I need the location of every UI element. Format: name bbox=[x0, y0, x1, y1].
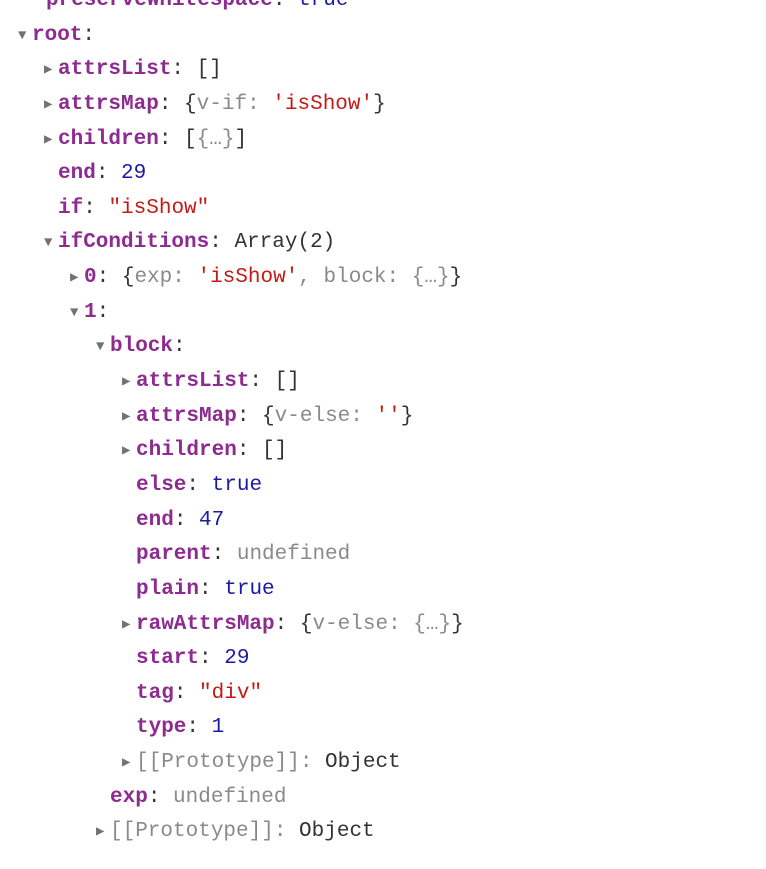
block-attrsmap-row[interactable]: attrsMap: {v-else: ''} bbox=[0, 400, 766, 435]
root-row[interactable]: root: bbox=[0, 19, 766, 54]
block-row[interactable]: block: bbox=[0, 330, 766, 365]
block-start-row[interactable]: start: 29 bbox=[0, 642, 766, 677]
block-children-row[interactable]: children: [] bbox=[0, 434, 766, 469]
ifconditions-1-row[interactable]: 1: bbox=[0, 296, 766, 331]
end-row[interactable]: end: 29 bbox=[0, 157, 766, 192]
prop-val: true bbox=[298, 0, 348, 19]
prop-val: [] bbox=[197, 53, 222, 88]
chevron-right-icon[interactable] bbox=[96, 821, 110, 844]
chevron-down-icon[interactable] bbox=[70, 302, 84, 325]
item1-exp-row[interactable]: exp: undefined bbox=[0, 781, 766, 816]
chevron-down-icon[interactable] bbox=[96, 336, 110, 359]
if-row[interactable]: if: "isShow" bbox=[0, 192, 766, 227]
chevron-right-icon[interactable] bbox=[44, 129, 58, 152]
chevron-right-icon[interactable] bbox=[44, 59, 58, 82]
item1-proto-row[interactable]: [[Prototype]]: Object bbox=[0, 815, 766, 850]
attrslist-row[interactable]: attrsList: [] bbox=[0, 53, 766, 88]
chevron-down-icon[interactable] bbox=[18, 25, 32, 48]
chevron-right-icon[interactable] bbox=[122, 371, 136, 394]
chevron-right-icon[interactable] bbox=[44, 94, 58, 117]
partial-line: preserveWhitespace: true bbox=[0, 0, 766, 19]
attrsmap-row[interactable]: attrsMap: {v-if: 'isShow'} bbox=[0, 88, 766, 123]
chevron-right-icon[interactable] bbox=[122, 440, 136, 463]
chevron-right-icon[interactable] bbox=[122, 614, 136, 637]
block-parent-row[interactable]: parent: undefined bbox=[0, 538, 766, 573]
block-end-row[interactable]: end: 47 bbox=[0, 504, 766, 539]
chevron-down-icon[interactable] bbox=[44, 232, 58, 255]
block-plain-row[interactable]: plain: true bbox=[0, 573, 766, 608]
children-row[interactable]: children: [{…}] bbox=[0, 123, 766, 158]
chevron-right-icon[interactable] bbox=[70, 267, 84, 290]
block-attrslist-row[interactable]: attrsList: [] bbox=[0, 365, 766, 400]
block-type-row[interactable]: type: 1 bbox=[0, 711, 766, 746]
block-tag-row[interactable]: tag: "div" bbox=[0, 677, 766, 712]
ifconditions-row[interactable]: ifConditions: Array(2) bbox=[0, 226, 766, 261]
block-else-row[interactable]: else: true bbox=[0, 469, 766, 504]
chevron-right-icon[interactable] bbox=[122, 752, 136, 775]
block-proto-row[interactable]: [[Prototype]]: Object bbox=[0, 746, 766, 781]
prop-key: preserveWhitespace bbox=[46, 0, 273, 19]
ifconditions-0-row[interactable]: 0: {exp: 'isShow', block: {…}} bbox=[0, 261, 766, 296]
chevron-right-icon[interactable] bbox=[122, 406, 136, 429]
block-rawattrsmap-row[interactable]: rawAttrsMap: {v-else: {…}} bbox=[0, 608, 766, 643]
